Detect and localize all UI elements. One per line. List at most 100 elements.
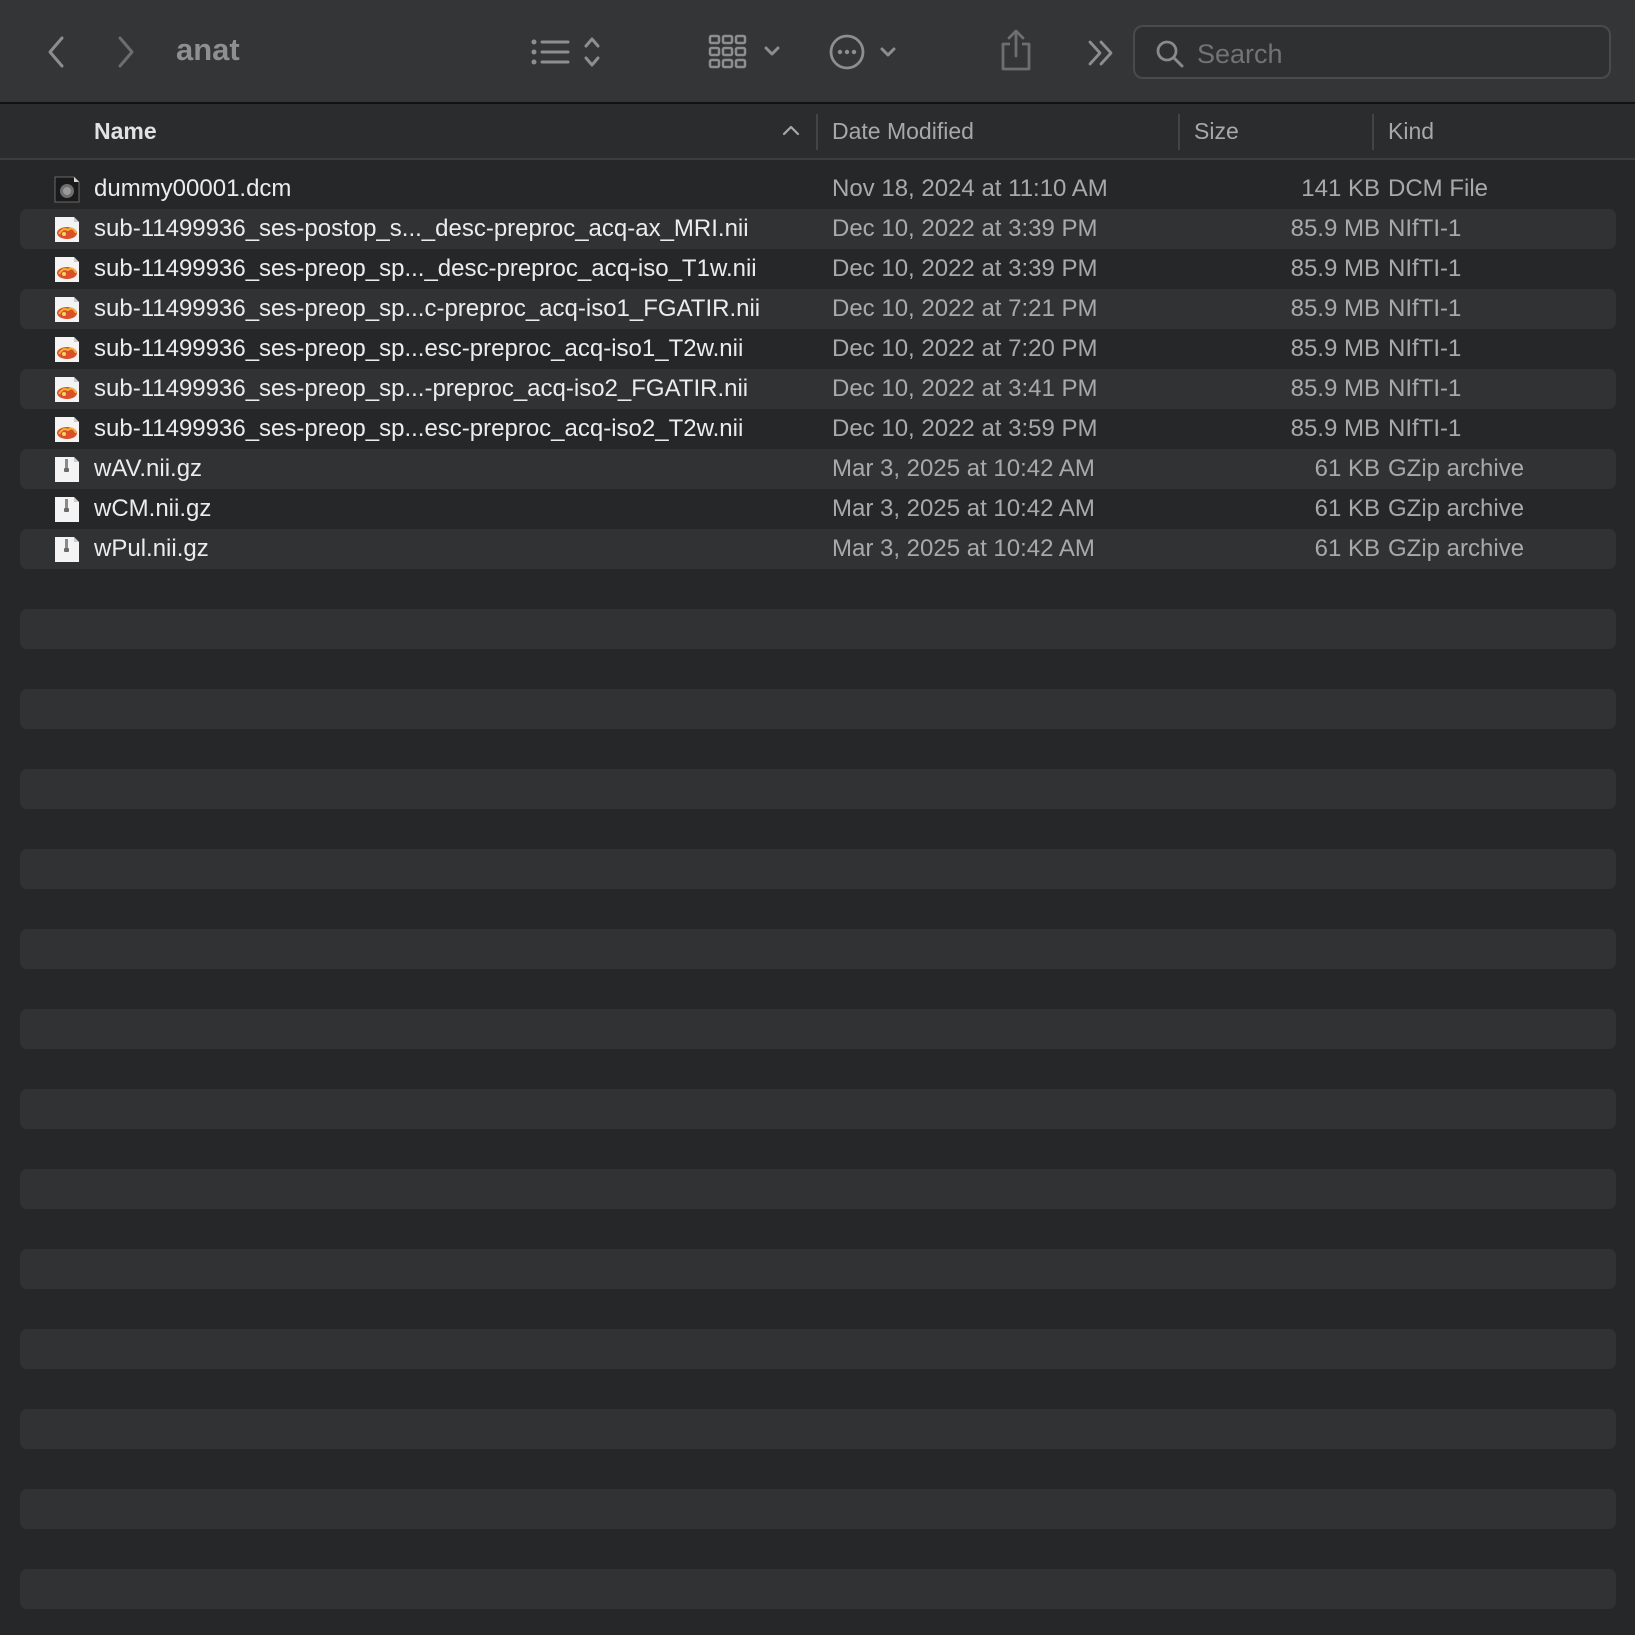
nifti-file-icon (55, 417, 79, 442)
file-name: sub-11499936_ses-preop_sp...c-preproc_ac… (94, 295, 761, 322)
file-kind: NIfTI-1 (1388, 295, 1462, 322)
file-size: 85.9 MB (1290, 335, 1380, 362)
file-row[interactable]: wPul.nii.gz Mar 3, 2025 at 10:42 AM 61 K… (20, 529, 1616, 569)
empty-row-stripe (20, 1409, 1616, 1449)
file-kind: GZip archive (1388, 455, 1525, 482)
file-name: wPul.nii.gz (94, 535, 209, 562)
file-size: 141 KB (1301, 175, 1380, 202)
file-name: sub-11499936_ses-preop_sp...esc-preproc_… (94, 335, 744, 362)
column-header-size[interactable]: Size (1194, 104, 1239, 158)
share-icon (1001, 29, 1031, 71)
file-name: sub-11499936_ses-preop_sp...-preproc_acq… (94, 375, 749, 402)
ellipsis-circle-icon (829, 34, 896, 70)
column-divider[interactable] (816, 114, 818, 150)
empty-row-stripe (20, 1089, 1616, 1129)
file-date: Nov 18, 2024 at 11:10 AM (832, 175, 1108, 202)
nifti-file-icon (55, 337, 79, 362)
file-name: wCM.nii.gz (94, 495, 212, 522)
file-size: 85.9 MB (1290, 415, 1380, 442)
file-row[interactable]: sub-11499936_ses-postop_s..._desc-prepro… (20, 209, 1616, 249)
file-date: Mar 3, 2025 at 10:42 AM (832, 535, 1095, 562)
empty-row-stripe (20, 1249, 1616, 1289)
empty-row-stripe (20, 609, 1616, 649)
file-date: Dec 10, 2022 at 3:39 PM (832, 255, 1098, 282)
column-header-date-modified[interactable]: Date Modified (832, 104, 974, 158)
file-date: Dec 10, 2022 at 3:39 PM (832, 215, 1098, 242)
file-size: 85.9 MB (1290, 375, 1380, 402)
file-name: wAV.nii.gz (94, 455, 203, 482)
file-row[interactable]: dummy00001.dcm Nov 18, 2024 at 11:10 AM … (20, 169, 1616, 209)
empty-row-stripe (20, 689, 1616, 729)
search-field[interactable] (1133, 25, 1611, 79)
file-date: Mar 3, 2025 at 10:42 AM (832, 455, 1095, 482)
file-row[interactable]: wCM.nii.gz Mar 3, 2025 at 10:42 AM 61 KB… (20, 489, 1616, 529)
window-title: anat (176, 32, 240, 67)
file-date: Dec 10, 2022 at 3:59 PM (832, 415, 1098, 442)
nifti-file-icon (55, 297, 79, 322)
file-row[interactable]: wAV.nii.gz Mar 3, 2025 at 10:42 AM 61 KB… (20, 449, 1616, 489)
empty-row-stripe (20, 1169, 1616, 1209)
file-row[interactable]: sub-11499936_ses-preop_sp..._desc-prepro… (20, 249, 1616, 289)
file-date: Mar 3, 2025 at 10:42 AM (832, 495, 1095, 522)
finder-window: anat Search Name Date Modified Size Kind… (0, 0, 1635, 1635)
list-icon (531, 37, 600, 67)
search-icon (1156, 40, 1184, 68)
file-name: sub-11499936_ses-preop_sp..._desc-prepro… (94, 255, 757, 282)
nifti-file-icon (55, 257, 79, 282)
file-size: 85.9 MB (1290, 295, 1380, 322)
file-kind: NIfTI-1 (1388, 415, 1462, 442)
column-header-kind[interactable]: Kind (1388, 104, 1434, 158)
dicom-file-icon (54, 176, 80, 203)
empty-row-stripe (20, 1009, 1616, 1049)
file-kind: NIfTI-1 (1388, 335, 1462, 362)
file-row[interactable]: sub-11499936_ses-preop_sp...esc-preproc_… (20, 329, 1616, 369)
forward-button[interactable] (108, 30, 144, 74)
file-size: 85.9 MB (1290, 215, 1380, 242)
double-chevron-icon (1088, 40, 1113, 66)
sort-ascending-icon[interactable] (782, 123, 800, 137)
file-row[interactable]: sub-11499936_ses-preop_sp...c-preproc_ac… (20, 289, 1616, 329)
share-button[interactable] (998, 26, 1034, 74)
nifti-file-icon (55, 217, 79, 242)
column-header-name[interactable]: Name (94, 104, 157, 158)
empty-row-stripe (20, 929, 1616, 969)
group-button[interactable] (708, 30, 786, 74)
empty-row-stripe (20, 1489, 1616, 1529)
file-row[interactable]: sub-11499936_ses-preop_sp...-preproc_acq… (20, 369, 1616, 409)
file-kind: GZip archive (1388, 495, 1525, 522)
file-name: sub-11499936_ses-postop_s..._desc-prepro… (94, 215, 749, 242)
file-name: dummy00001.dcm (94, 175, 292, 202)
file-row[interactable]: sub-11499936_ses-preop_sp...esc-preproc_… (20, 409, 1616, 449)
file-kind: GZip archive (1388, 535, 1525, 562)
column-divider[interactable] (1178, 114, 1180, 150)
action-button[interactable] (828, 30, 900, 74)
file-date: Dec 10, 2022 at 7:20 PM (832, 335, 1098, 362)
file-size: 61 KB (1314, 455, 1380, 482)
empty-row-stripe (20, 849, 1616, 889)
toolbar-overflow-button[interactable] (1084, 34, 1118, 72)
gzip-archive-icon (55, 457, 79, 482)
grid-icon (708, 34, 780, 69)
column-divider[interactable] (1372, 114, 1374, 150)
chevron-left-icon (48, 36, 64, 68)
search-input[interactable] (1195, 35, 1599, 73)
file-date: Dec 10, 2022 at 3:41 PM (832, 375, 1098, 402)
file-date: Dec 10, 2022 at 7:21 PM (832, 295, 1098, 322)
file-size: 61 KB (1314, 535, 1380, 562)
gzip-archive-icon (55, 497, 79, 522)
nifti-file-icon (55, 377, 79, 402)
chevron-right-icon (118, 36, 134, 68)
file-kind: DCM File (1388, 175, 1488, 202)
view-mode-button[interactable] (530, 30, 606, 74)
file-size: 61 KB (1314, 495, 1380, 522)
empty-row-stripe (20, 1569, 1616, 1609)
column-header: Name Date Modified Size Kind (0, 104, 1635, 160)
file-kind: NIfTI-1 (1388, 255, 1462, 282)
file-kind: NIfTI-1 (1388, 375, 1462, 402)
empty-row-stripe (20, 1329, 1616, 1369)
gzip-archive-icon (55, 537, 79, 562)
back-button[interactable] (38, 30, 74, 74)
toolbar: anat (0, 0, 1635, 104)
file-name: sub-11499936_ses-preop_sp...esc-preproc_… (94, 415, 744, 442)
file-size: 85.9 MB (1290, 255, 1380, 282)
